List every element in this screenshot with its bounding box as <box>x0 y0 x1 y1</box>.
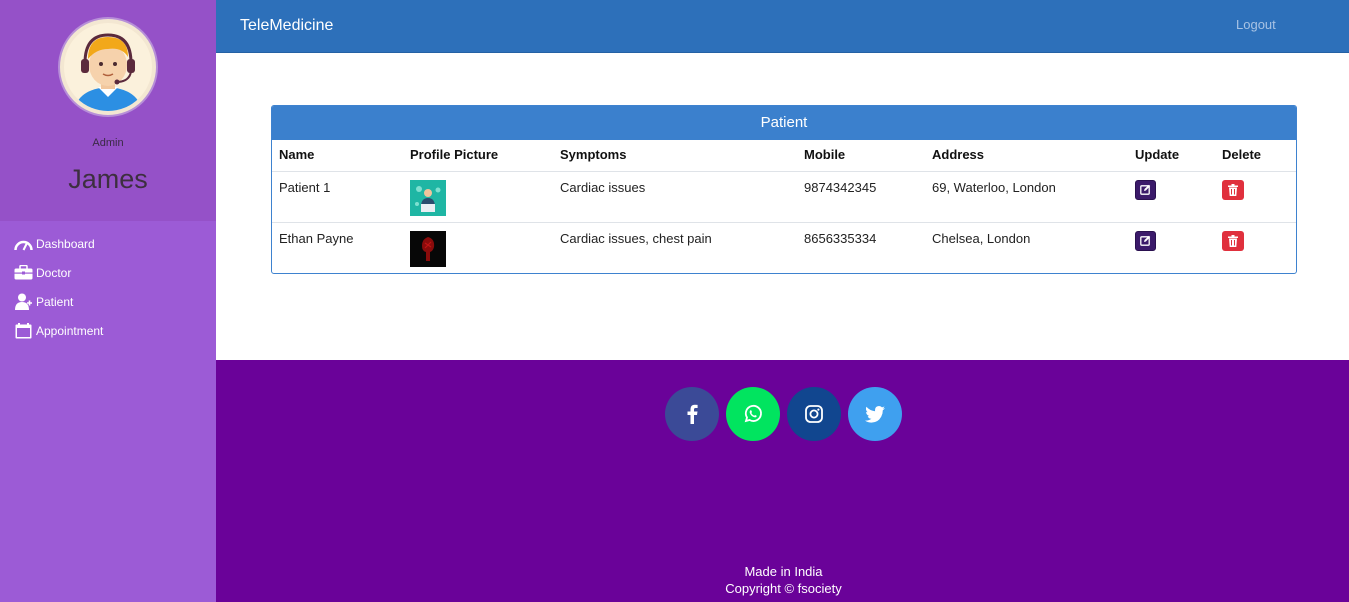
cell-name: Patient 1 <box>272 171 403 223</box>
logout-link[interactable]: Logout <box>1236 17 1276 32</box>
twitter-link[interactable] <box>848 387 902 441</box>
cell-delete <box>1215 222 1296 273</box>
cell-mobile: 8656335334 <box>804 230 877 246</box>
cell-mobile: 9874342345 <box>797 171 925 223</box>
sidebar-nav: Dashboard Doctor Patient Appointment <box>0 229 216 345</box>
user-role: Admin <box>92 137 124 149</box>
whatsapp-icon <box>744 404 762 423</box>
card-title: Patient <box>272 106 1296 140</box>
column-header-mobile: Mobile <box>797 140 925 172</box>
briefcase-icon <box>14 264 33 282</box>
whatsapp-link[interactable] <box>726 387 780 441</box>
cell-name: Ethan Payne <box>279 230 354 246</box>
cell-address: Chelsea, London <box>932 230 1031 246</box>
profile-panel: Admin James <box>0 0 216 221</box>
cell-profile-picture <box>403 171 553 223</box>
column-header-delete: Delete <box>1215 140 1296 172</box>
sidebar-item-label: Patient <box>36 294 74 309</box>
delete-button[interactable] <box>1222 179 1244 200</box>
sidebar-item-patient[interactable]: Patient <box>0 287 216 316</box>
patient-table: Name Profile Picture Symptoms Mobile Add… <box>272 140 1296 273</box>
edit-icon <box>1140 235 1151 246</box>
column-header-update: Update <box>1128 140 1215 172</box>
delete-button[interactable] <box>1222 230 1244 251</box>
update-button[interactable] <box>1135 230 1156 251</box>
sidebar-item-label: Appointment <box>36 323 104 338</box>
social-links <box>665 387 902 441</box>
table-header-row: Name Profile Picture Symptoms Mobile Add… <box>272 140 1296 172</box>
patient-profile-picture <box>410 179 446 216</box>
admin-avatar <box>60 19 156 115</box>
cell-update <box>1128 171 1215 223</box>
footer: Made in India Copyright © fsociety <box>216 360 1349 602</box>
edit-icon <box>1140 184 1151 195</box>
column-header-name: Name <box>272 140 403 172</box>
copyright-text: Copyright © fsociety <box>725 581 842 596</box>
column-header-profile-picture: Profile Picture <box>403 140 553 172</box>
column-header-symptoms: Symptoms <box>553 140 797 172</box>
cell-profile-picture <box>403 222 553 273</box>
column-header-address: Address <box>925 140 1128 172</box>
cell-delete <box>1215 171 1296 223</box>
cell-symptoms: Cardiac issues <box>553 171 797 223</box>
brand-link[interactable]: TeleMedicine <box>240 17 333 35</box>
table-row: Ethan Payne Cardiac issues, chest pain 8… <box>272 222 1296 273</box>
sidebar-item-dashboard[interactable]: Dashboard <box>0 229 216 258</box>
dashboard-gauge-icon <box>14 235 33 253</box>
sidebar-item-label: Doctor <box>36 265 72 280</box>
sidebar-item-doctor[interactable]: Doctor <box>0 258 216 287</box>
cell-address: 69, Waterloo, London <box>925 171 1128 223</box>
update-button[interactable] <box>1135 179 1156 200</box>
facebook-icon <box>687 404 698 424</box>
twitter-icon <box>865 405 885 423</box>
top-navbar: TeleMedicine Logout <box>216 0 1349 53</box>
made-in-text: Made in India <box>744 564 823 579</box>
trash-icon <box>1228 234 1238 247</box>
patient-card: Patient Name Profile Picture Symptoms Mo… <box>271 105 1297 274</box>
sidebar: Admin James Dashboard Doctor Patient App… <box>0 0 216 602</box>
sidebar-item-label: Dashboard <box>36 236 95 251</box>
cell-symptoms: Cardiac issues, chest pain <box>560 230 712 246</box>
instagram-icon <box>805 405 823 423</box>
patient-profile-picture <box>410 230 446 267</box>
sidebar-item-appointment[interactable]: Appointment <box>0 316 216 345</box>
user-patient-icon <box>14 293 33 311</box>
facebook-link[interactable] <box>665 387 719 441</box>
instagram-link[interactable] <box>787 387 841 441</box>
table-row: Patient 1 Cardiac issues 9874342345 69, … <box>272 171 1296 223</box>
trash-icon <box>1228 183 1238 196</box>
calendar-icon <box>14 322 33 340</box>
user-name: James <box>68 164 148 194</box>
cell-update <box>1128 222 1215 273</box>
